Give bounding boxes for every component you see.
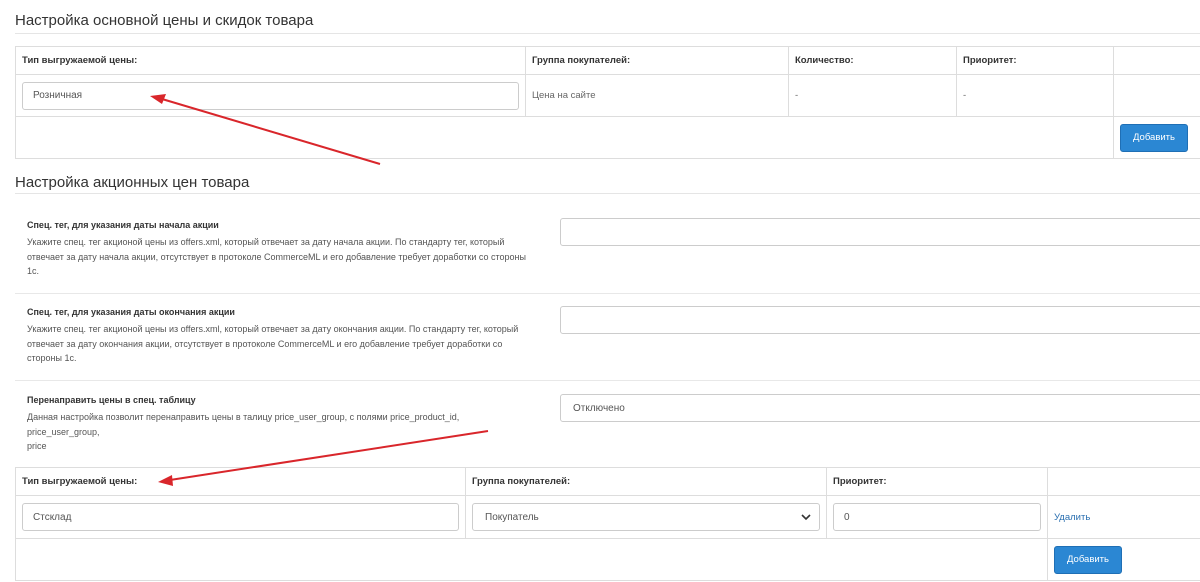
promo-prices-header-row: Тип выгружаемой цены: Группа покупателей… [15,467,1200,496]
setting-start-tag-control [560,218,1200,246]
customer-group-value: Цена на сайте [532,90,596,101]
main-prices-table: Тип выгружаемой цены: Группа покупателей… [15,46,1200,159]
main-prices-legend-divider [15,33,1200,34]
add-main-price-button[interactable]: Добавить [1120,123,1188,152]
cell-customer-group: Цена на сайте [525,74,789,117]
promo-header-actions [1047,467,1200,496]
header-price-type: Тип выгружаемой цены: [15,46,526,75]
setting-start-tag: Спец. тег, для указания даты начала акци… [15,206,1200,294]
chevron-down-icon [801,513,811,520]
priority-value: - [963,90,967,101]
end-tag-title: Спец. тег, для указания даты окончания а… [27,307,235,317]
delete-link[interactable]: Удалить [1054,512,1090,523]
promo-header-price-type: Тип выгружаемой цены: [15,467,466,496]
promo-cell-actions: Удалить [1047,495,1200,539]
table-row: Покупатель Удалить [15,495,1200,539]
main-prices-footer-row: Добавить [15,116,1200,159]
setting-redirect-control: Отключено [560,394,1200,422]
cell-add: Добавить [1113,116,1200,159]
redirect-help-line2: price_user_group, [27,426,100,437]
price-type-input[interactable] [22,81,519,110]
quantity-value: - [795,90,799,101]
redirect-select-value: Отключено [573,402,625,414]
redirect-help-line1: Данная настройка позволит перенаправить … [27,412,460,422]
setting-end-tag: Спец. тег, для указания даты окончания а… [15,293,1200,381]
cell-price-type [15,74,526,117]
priority-input[interactable] [833,503,1041,531]
setting-end-tag-control [560,306,1200,334]
promo-footer-spacer [15,538,1048,581]
promo-price-type-input[interactable] [22,503,459,531]
setting-redirect: Перенаправить цены в спец. таблицу Данна… [15,380,1200,468]
setting-start-tag-label: Спец. тег, для указания даты начала акци… [27,220,527,279]
cell-priority: - [956,74,1114,117]
setting-end-tag-label: Спец. тег, для указания даты окончания а… [27,307,527,366]
start-tag-help: Укажите спец. тег акционой цены из offer… [27,237,526,276]
footer-spacer [15,116,1114,159]
header-priority: Приоритет: [956,46,1114,75]
promo-header-customer-group: Группа покупателей: [465,467,827,496]
end-tag-input[interactable] [560,306,1200,334]
redirect-select[interactable]: Отключено [560,394,1200,422]
promo-cell-priority [826,495,1048,539]
promo-legend-divider [15,193,1200,194]
customer-group-select[interactable]: Покупатель [472,503,820,531]
promo-prices-footer-row: Добавить [15,538,1200,581]
promo-cell-customer-group: Покупатель [465,495,827,539]
setting-redirect-label: Перенаправить цены в спец. таблицу Данна… [27,395,527,454]
header-actions [1113,46,1200,75]
main-prices-legend: Настройка основной цены и скидок товара [15,12,314,29]
customer-group-select-value: Покупатель [485,511,539,523]
end-tag-help: Укажите спец. тег акционой цены из offer… [27,324,519,363]
add-promo-price-button[interactable]: Добавить [1054,545,1122,574]
table-row: Цена на сайте - - [15,74,1200,117]
start-tag-title: Спец. тег, для указания даты начала акци… [27,220,219,230]
header-quantity: Количество: [788,46,957,75]
redirect-help-line3: price [27,441,47,451]
start-tag-input[interactable] [560,218,1200,246]
promo-legend: Настройка акционных цен товара [15,174,250,191]
cell-quantity: - [788,74,957,117]
cell-actions [1113,74,1200,117]
header-customer-group: Группа покупателей: [525,46,789,75]
main-prices-header-row: Тип выгружаемой цены: Группа покупателей… [15,46,1200,75]
promo-prices-table: Тип выгружаемой цены: Группа покупателей… [15,467,1200,581]
promo-cell-add: Добавить [1047,538,1200,581]
promo-cell-price-type [15,495,466,539]
redirect-title: Перенаправить цены в спец. таблицу [27,395,196,405]
promo-header-priority: Приоритет: [826,467,1048,496]
